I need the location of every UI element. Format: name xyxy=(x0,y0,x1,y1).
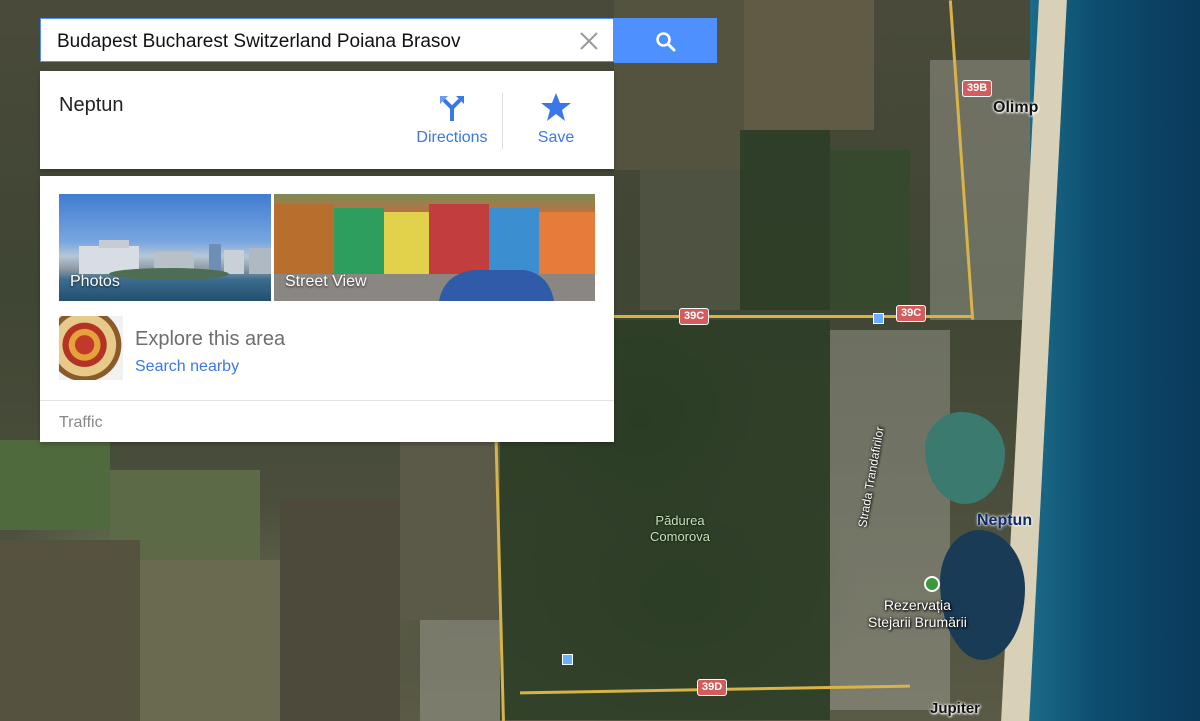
road-shield-39c: 39C xyxy=(896,305,927,322)
map-forest xyxy=(740,130,830,310)
bus-stop-icon[interactable] xyxy=(873,313,884,324)
explore-title: Explore this area xyxy=(135,328,286,350)
search-button[interactable] xyxy=(614,18,717,63)
map-forest xyxy=(830,150,910,310)
map-town xyxy=(830,330,950,710)
map-field xyxy=(744,0,874,130)
traffic-button[interactable]: Traffic xyxy=(59,414,103,432)
directions-button[interactable]: Directions xyxy=(404,91,500,147)
bus-stop-icon[interactable] xyxy=(562,654,573,665)
map-label-line: Stejarii Brumării xyxy=(868,614,967,630)
action-divider xyxy=(502,93,503,149)
road-shield-39d: 39D xyxy=(697,679,728,696)
map-label-line: Rezervația xyxy=(883,597,951,613)
map-field xyxy=(140,560,280,721)
explore-card: Photos Street View Explore this area Sea… xyxy=(40,176,614,442)
map-field xyxy=(0,440,110,530)
star-icon xyxy=(541,93,571,121)
search-icon xyxy=(656,32,676,52)
map-label-rezervatia[interactable]: Rezervația Stejarii Brumării xyxy=(868,597,967,631)
park-poi-icon[interactable] xyxy=(924,576,940,592)
map-field xyxy=(280,500,400,721)
photos-label: Photos xyxy=(70,273,120,290)
search-bar xyxy=(40,18,717,64)
map-town xyxy=(420,620,500,721)
place-actions: Directions Save xyxy=(390,71,614,169)
map-label-neptun[interactable]: Neptun xyxy=(977,512,1032,530)
save-label: Save xyxy=(537,129,575,146)
road-shield-39b: 39B xyxy=(962,80,993,97)
map-label-jupiter[interactable]: Jupiter xyxy=(930,700,980,717)
explore-thumbnail[interactable] xyxy=(59,316,123,380)
place-card: Neptun Directions Save xyxy=(40,71,614,169)
map-label-line: Pădurea xyxy=(655,513,705,528)
directions-icon xyxy=(440,96,464,121)
street-view-label: Street View xyxy=(285,273,367,290)
place-name: Neptun xyxy=(59,94,124,116)
close-icon[interactable] xyxy=(577,29,601,53)
map-field xyxy=(400,440,500,620)
search-input[interactable] xyxy=(55,27,579,57)
search-box xyxy=(40,18,614,62)
card-separator xyxy=(40,400,614,401)
map-label-line: Comorova xyxy=(650,529,710,544)
photos-tile[interactable]: Photos xyxy=(59,194,271,301)
road-shield-39c: 39C xyxy=(679,308,710,325)
search-nearby-link[interactable]: Search nearby xyxy=(135,358,239,376)
map-label-padurea-comorova[interactable]: Pădurea Comorova xyxy=(650,513,710,545)
directions-label: Directions xyxy=(416,129,488,146)
street-view-tile[interactable]: Street View xyxy=(274,194,595,301)
map-label-olimp[interactable]: Olimp xyxy=(993,99,1038,117)
map-field xyxy=(0,540,140,721)
map-field xyxy=(640,170,740,310)
save-button[interactable]: Save xyxy=(512,91,600,147)
